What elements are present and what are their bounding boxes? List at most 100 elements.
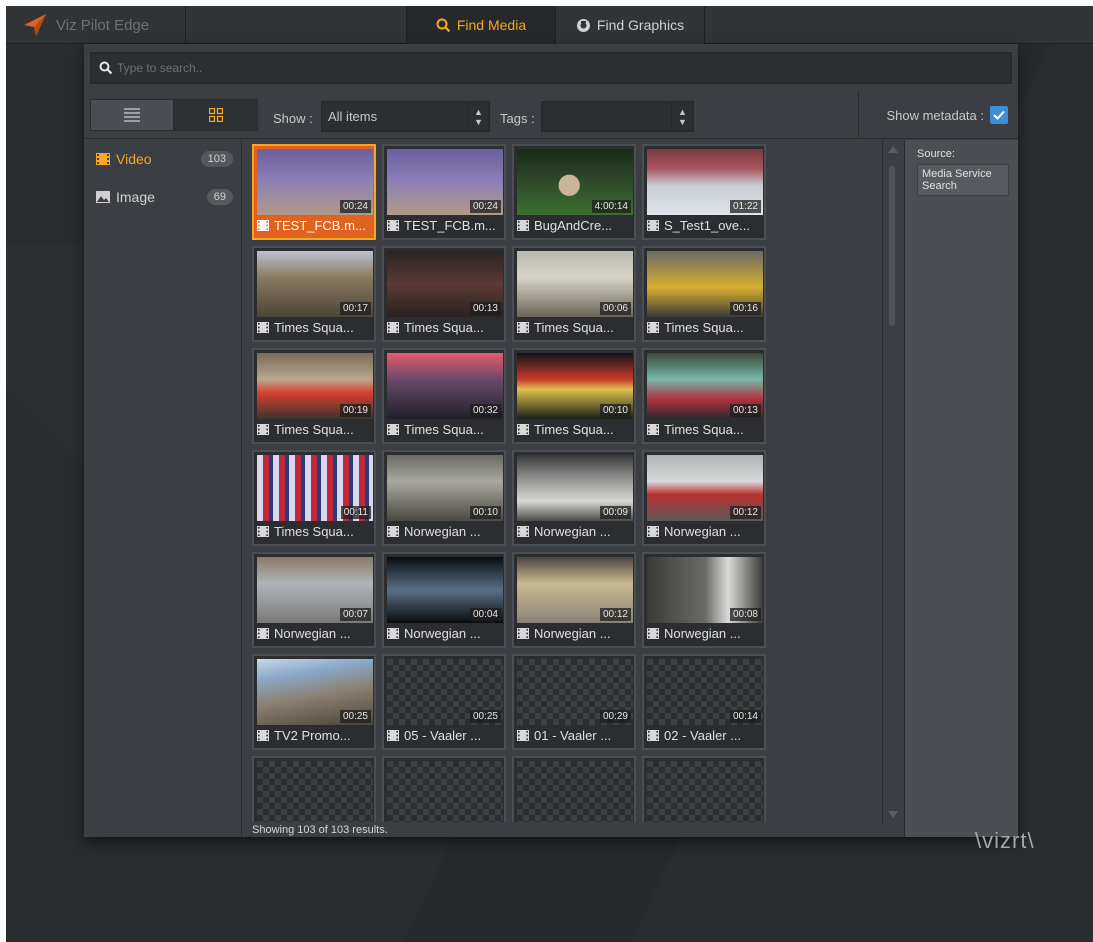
media-caption: Times Squa...: [517, 419, 633, 439]
duration-label: 00:17: [339, 302, 371, 315]
media-tile[interactable]: 00:10 Times Squa...: [512, 348, 636, 444]
tags-select[interactable]: ▲ ▼: [541, 101, 694, 132]
count-badge: 103: [200, 151, 233, 167]
media-caption: TEST_FCB.m...: [387, 215, 503, 235]
category-image[interactable]: Image 69: [84, 178, 241, 216]
media-tile[interactable]: 00:06 Times Squa...: [512, 246, 636, 342]
tab-find-media[interactable]: Find Media: [406, 6, 556, 44]
film-icon: [257, 423, 269, 435]
media-tile[interactable]: 00:25 05 - Vaaler ...: [382, 654, 506, 750]
media-tile[interactable]: 00:32 Times Squa...: [382, 348, 506, 444]
film-icon: [257, 321, 269, 333]
media-title: Norwegian ...: [664, 625, 741, 641]
media-thumbnail: 00:16: [647, 251, 763, 317]
film-icon: [257, 729, 269, 741]
media-caption: Times Squa...: [387, 317, 503, 337]
media-tile[interactable]: 00:04 Norwegian ...: [382, 552, 506, 648]
tab-find-graphics[interactable]: Find Graphics: [556, 6, 705, 44]
duration-label: 00:10: [469, 506, 501, 519]
search-bar: [90, 52, 1012, 84]
media-title: 01 - Vaaler ...: [534, 727, 612, 743]
media-tile[interactable]: 00:08 Norwegian ...: [642, 552, 766, 648]
media-tile[interactable]: 00:13 Times Squa...: [382, 246, 506, 342]
vertical-scrollbar[interactable]: [882, 140, 902, 824]
source-label: Source:: [917, 148, 955, 160]
show-metadata-toggle[interactable]: Show metadata :: [858, 91, 1018, 139]
film-icon: [517, 219, 529, 231]
film-icon: [517, 729, 529, 741]
toolbar: Show : All items ▲ ▼ Tags : ▲ ▼ Show metad…: [84, 91, 1018, 139]
brand: Viz Pilot Edge: [6, 6, 186, 44]
scroll-down-arrow-icon[interactable]: [888, 811, 898, 818]
duration-label: 00:10: [599, 404, 631, 417]
media-thumbnail: 00:29: [517, 659, 633, 725]
search-input[interactable]: [117, 61, 997, 75]
media-title: TV2 Promo...: [274, 727, 351, 743]
media-tile[interactable]: 00:09 Norwegian ...: [512, 450, 636, 546]
media-tile[interactable]: 00:24 TEST_FCB.m...: [252, 144, 376, 240]
media-tile[interactable]: 00:24 TEST_FCB.m...: [382, 144, 506, 240]
duration-label: 00:29: [599, 710, 631, 723]
media-caption: Times Squa...: [517, 317, 633, 337]
media-thumbnail: 00:10: [517, 353, 633, 419]
source-value[interactable]: Media Service Search: [917, 164, 1009, 196]
media-tile[interactable]: 00:16 Times Squa...: [642, 246, 766, 342]
media-tile[interactable]: [512, 756, 636, 822]
media-caption: Times Squa...: [387, 419, 503, 439]
media-thumbnail: 00:08: [647, 557, 763, 623]
media-tile[interactable]: 00:29 01 - Vaaler ...: [512, 654, 636, 750]
duration-label: 00:25: [469, 710, 501, 723]
media-tile[interactable]: [642, 756, 766, 822]
duration-label: 00:16: [729, 302, 761, 315]
duration-label: 4:00:14: [591, 200, 631, 213]
media-tile[interactable]: 00:10 Norwegian ...: [382, 450, 506, 546]
category-video[interactable]: Video 103: [84, 140, 241, 178]
media-title: Norwegian ...: [404, 625, 481, 641]
duration-label: 00:13: [729, 404, 761, 417]
duration-label: 00:19: [339, 404, 371, 417]
media-thumbnail: 00:25: [257, 659, 373, 725]
media-caption: Norwegian ...: [517, 521, 633, 541]
media-caption: 05 - Vaaler ...: [387, 725, 503, 745]
vizrt-logo: \vizrt\: [975, 828, 1035, 853]
grid-view-button[interactable]: [174, 99, 258, 131]
media-tile[interactable]: 00:13 Times Squa...: [642, 348, 766, 444]
show-metadata-label: Show metadata :: [886, 107, 984, 123]
media-thumbnail: 00:32: [387, 353, 503, 419]
media-grid-area: 00:24 TEST_FCB.m... 00:24 TEST_FCB.m... 4:00…: [246, 144, 881, 822]
media-tile[interactable]: 01:22 S_Test1_ove...: [642, 144, 766, 240]
list-view-button[interactable]: [90, 99, 174, 131]
scrollbar-thumb[interactable]: [889, 166, 895, 326]
media-tile[interactable]: 00:14 02 - Vaaler ...: [642, 654, 766, 750]
film-icon: [517, 321, 529, 333]
film-icon: [647, 525, 659, 537]
media-tile[interactable]: 00:17 Times Squa...: [252, 246, 376, 342]
duration-label: 01:22: [729, 200, 761, 213]
duration-label: 00:04: [469, 608, 501, 621]
media-thumbnail: 00:25: [387, 659, 503, 725]
media-tile[interactable]: 4:00:14 BugAndCre...: [512, 144, 636, 240]
media-tile[interactable]: 00:12 Norwegian ...: [512, 552, 636, 648]
media-caption: BugAndCre...: [517, 215, 633, 235]
media-thumbnail: 00:07: [257, 557, 373, 623]
media-tile[interactable]: [252, 756, 376, 822]
media-tile[interactable]: 00:11 Times Squa...: [252, 450, 376, 546]
paper-plane-logo-icon: [24, 14, 46, 36]
media-tile[interactable]: [382, 756, 506, 822]
media-tile[interactable]: 00:25 TV2 Promo...: [252, 654, 376, 750]
media-title: Norwegian ...: [664, 523, 741, 539]
media-caption: Times Squa...: [257, 521, 373, 541]
show-select[interactable]: All items ▲ ▼: [321, 101, 490, 132]
film-icon: [647, 219, 659, 231]
film-icon: [387, 423, 399, 435]
duration-label: 00:07: [339, 608, 371, 621]
scroll-up-arrow-icon[interactable]: [888, 146, 898, 153]
media-thumbnail: 4:00:14: [517, 149, 633, 215]
list-icon: [124, 108, 140, 122]
media-caption: Norwegian ...: [257, 623, 373, 643]
media-tile[interactable]: 00:07 Norwegian ...: [252, 552, 376, 648]
media-tile[interactable]: 00:12 Norwegian ...: [642, 450, 766, 546]
film-icon: [647, 321, 659, 333]
media-tile[interactable]: 00:19 Times Squa...: [252, 348, 376, 444]
checkbox-checked-icon[interactable]: [990, 106, 1008, 124]
